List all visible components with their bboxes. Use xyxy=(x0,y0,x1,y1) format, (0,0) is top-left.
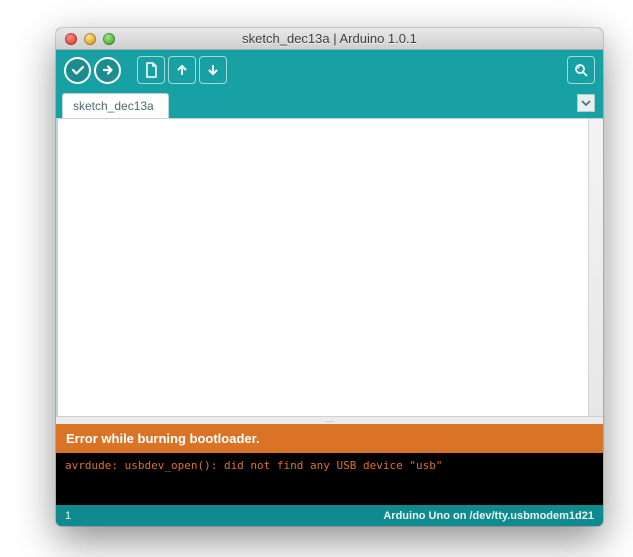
save-button[interactable] xyxy=(199,56,227,84)
titlebar[interactable]: sketch_dec13a | Arduino 1.0.1 xyxy=(56,28,603,50)
check-icon xyxy=(71,63,85,77)
arrow-right-icon xyxy=(101,63,115,77)
status-board-port: Arduino Uno on /dev/tty.usbmodem1d21 xyxy=(383,510,594,522)
code-editor[interactable] xyxy=(56,119,588,416)
upload-button[interactable] xyxy=(94,57,121,84)
tab-bar: sketch_dec13a xyxy=(56,90,603,118)
chevron-down-icon xyxy=(581,98,591,108)
editor-area xyxy=(56,118,603,416)
traffic-lights xyxy=(65,33,115,45)
zoom-icon[interactable] xyxy=(103,33,115,45)
status-line-number: 1 xyxy=(65,510,71,522)
toolbar xyxy=(56,50,603,90)
tab-sketch[interactable]: sketch_dec13a xyxy=(62,93,169,118)
error-message: Error while burning bootloader. xyxy=(66,431,260,446)
pane-resize-grip[interactable]: ⋯ xyxy=(56,416,603,424)
close-icon[interactable] xyxy=(65,33,77,45)
arrow-down-icon xyxy=(206,63,220,77)
console-output[interactable]: avrdude: usbdev_open(): did not find any… xyxy=(56,453,603,505)
serial-monitor-button[interactable] xyxy=(567,56,595,84)
magnifier-icon xyxy=(573,63,589,77)
console-line: avrdude: usbdev_open(): did not find any… xyxy=(65,459,594,472)
new-button[interactable] xyxy=(137,56,165,84)
file-icon xyxy=(144,62,158,78)
window-title: sketch_dec13a | Arduino 1.0.1 xyxy=(56,31,603,46)
verify-button[interactable] xyxy=(64,57,91,84)
minimize-icon[interactable] xyxy=(84,33,96,45)
arrow-up-icon xyxy=(175,63,189,77)
open-button[interactable] xyxy=(168,56,196,84)
arduino-window: sketch_dec13a | Arduino 1.0.1 sketch_dec… xyxy=(56,28,603,526)
error-banner: Error while burning bootloader. xyxy=(56,424,603,453)
tab-label: sketch_dec13a xyxy=(73,99,154,113)
status-bar: 1 Arduino Uno on /dev/tty.usbmodem1d21 xyxy=(56,505,603,526)
tab-menu-button[interactable] xyxy=(577,94,595,112)
vertical-scrollbar[interactable] xyxy=(588,119,603,416)
